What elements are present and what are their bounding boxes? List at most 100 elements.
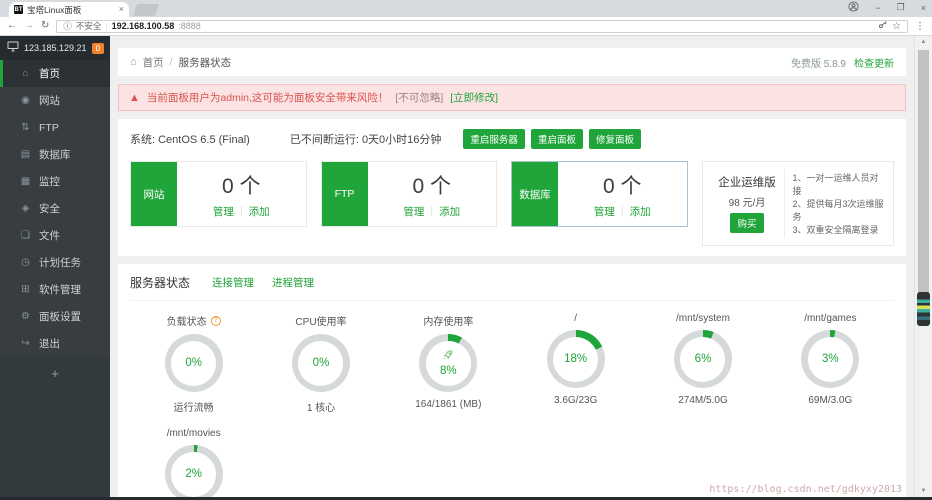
breadcrumb-separator: / xyxy=(170,56,173,68)
gauge-title-text: /mnt/games xyxy=(804,313,856,324)
sidebar-item-settings[interactable]: ⚙面板设置 xyxy=(0,303,110,330)
logout-icon: ↪ xyxy=(20,338,31,349)
admin-warning-banner: ▲ 当前面板用户为admin,这可能为面板安全带来风险！ [不可忽略] [立即修… xyxy=(118,84,906,111)
back-icon[interactable]: ← xyxy=(7,21,17,31)
stat-card-body: 0 个管理|添加 xyxy=(177,162,306,226)
system-buttons: 重启服务器重启面板修复面板 xyxy=(463,129,641,149)
profile-icon[interactable] xyxy=(848,1,859,14)
version-label: 免费版 5.8.9 xyxy=(791,55,846,70)
message-badge[interactable]: 0 xyxy=(92,43,104,54)
info-icon[interactable]: ⓘ xyxy=(63,20,72,32)
tab-title: 宝塔Linux面板 xyxy=(27,4,115,16)
help-icon[interactable]: ? xyxy=(211,316,221,326)
scroll-up-icon[interactable]: ▲ xyxy=(915,39,932,45)
warning-icon: ▲ xyxy=(129,92,140,104)
gauge-title: 负载状态? xyxy=(167,313,221,328)
scroll-down-icon[interactable]: ▼ xyxy=(915,488,932,494)
warning-fix-link[interactable]: [立即修改] xyxy=(450,90,498,105)
manage-link[interactable]: 管理 xyxy=(594,204,615,219)
gauge-disk-mnt-games: /mnt/games3%69M/3.0G xyxy=(767,313,894,414)
check-update-link[interactable]: 检查更新 xyxy=(854,55,894,70)
scrollbar-marker xyxy=(917,292,930,326)
gauge-ring-inner: 6% xyxy=(680,337,725,382)
url-port: :8888 xyxy=(178,21,201,31)
breadcrumb-home[interactable]: 首页 xyxy=(143,55,164,70)
stat-card-label: FTP xyxy=(322,162,368,226)
close-button[interactable]: × xyxy=(921,3,926,13)
sidebar-item-monitor[interactable]: ▦监控 xyxy=(0,168,110,195)
page-scrollbar[interactable]: ▲ ▼ xyxy=(914,36,932,497)
bookmark-star-icon[interactable]: ☆ xyxy=(892,21,901,32)
stat-card-body: 0 个管理|添加 xyxy=(558,162,687,226)
gauge-bottom-label: 1 核心 xyxy=(307,399,335,414)
forward-icon[interactable]: → xyxy=(24,21,34,31)
sidebar-item-website[interactable]: ◉网站 xyxy=(0,87,110,114)
gauge-ring: 6% xyxy=(674,330,732,388)
gauges-grid: 负载状态?0%运行流畅CPU使用率0%1 核心内存使用率8%164/1861 (… xyxy=(130,313,894,497)
status-manage-link[interactable]: 进程管理 xyxy=(272,275,314,290)
version-area: 免费版 5.8.9 检查更新 xyxy=(791,55,894,70)
system-action-button[interactable]: 重启服务器 xyxy=(463,129,525,149)
browser-menu-icon[interactable]: ⋮ xyxy=(915,21,925,32)
add-link[interactable]: 添加 xyxy=(439,204,460,219)
browser-tab[interactable]: BT 宝塔Linux面板 × xyxy=(9,2,129,17)
sidebar-item-ftp[interactable]: ⇅ FTP xyxy=(0,114,110,141)
status-manage-link[interactable]: 连接管理 xyxy=(212,275,254,290)
system-action-button[interactable]: 修复面板 xyxy=(589,129,641,149)
manage-link[interactable]: 管理 xyxy=(213,204,234,219)
refresh-icon[interactable]: ↻ xyxy=(41,21,49,31)
security-icon: ◈ xyxy=(20,203,31,214)
maximize-button[interactable]: ❐ xyxy=(897,2,905,13)
gauge-title: /mnt/system xyxy=(676,313,730,324)
promo-feature-item: 3、双重安全隔离登录 xyxy=(793,223,886,236)
links-divider: | xyxy=(621,205,624,217)
gauge-disk-mnt-system: /mnt/system 6% 274M/5.0G xyxy=(639,313,766,414)
gauge-bottom-label: 274M/5.0G xyxy=(678,395,727,406)
gauge-percent: 3% xyxy=(822,353,839,365)
sidebar-item-database[interactable]: ▤数据库 xyxy=(0,141,110,168)
stat-count: 0 个 xyxy=(222,170,261,200)
sidebar-item-security[interactable]: ◈安全 xyxy=(0,195,110,222)
gauge-load: 负载状态?0%运行流畅 xyxy=(130,313,257,414)
gauge-ring: 2% xyxy=(165,445,223,497)
promo-card: 企业运维版 98 元/月 购买 1、一对一运维人员对接2、提供每月3次运维服务3… xyxy=(702,161,895,246)
key-icon[interactable] xyxy=(878,20,888,32)
server-selector[interactable]: 123.185.129.21 0 xyxy=(0,36,110,60)
new-tab-button[interactable] xyxy=(133,4,159,16)
system-action-button[interactable]: 重启面板 xyxy=(531,129,583,149)
stat-card-数据库: 数据库0 个管理|添加 xyxy=(511,161,688,227)
gauge-percent: 8% xyxy=(440,365,457,377)
minimize-button[interactable]: − xyxy=(875,3,880,13)
breadcrumb-current: 服务器状态 xyxy=(179,55,232,70)
stat-count: 0 个 xyxy=(412,170,451,200)
buy-button[interactable]: 购买 xyxy=(730,213,763,233)
ftp-icon: ⇅ xyxy=(20,122,31,133)
server-status-panel: 服务器状态 连接管理进程管理 负载状态?0%运行流畅CPU使用率0%1 核心内存… xyxy=(118,264,906,497)
gauge-title: CPU使用率 xyxy=(295,313,346,328)
status-links: 连接管理 进程管理 xyxy=(212,275,314,290)
gauge-title: /mnt/games xyxy=(804,313,856,324)
settings-icon: ⚙ xyxy=(20,311,31,322)
sidebar-item-label: FTP xyxy=(39,122,59,134)
gauge-percent: 18% xyxy=(564,353,587,365)
sidebar-item-label: 退出 xyxy=(39,336,60,351)
status-title: 服务器状态 xyxy=(130,274,190,291)
scrollbar-thumb[interactable] xyxy=(918,50,929,294)
server-ip: 123.185.129.21 xyxy=(24,43,87,53)
sidebar-item-home[interactable]: ⌂首页 xyxy=(0,60,110,87)
add-link[interactable]: 添加 xyxy=(630,204,651,219)
address-bar[interactable]: ⓘ 不安全 | 192.168.100.58 :8888 ☆ xyxy=(56,20,908,33)
promo-feature-item: 1、一对一运维人员对接 xyxy=(793,171,886,197)
home-icon: ⌂ xyxy=(130,56,137,68)
add-link[interactable]: 添加 xyxy=(249,204,270,219)
gauge-title: /mnt/movies xyxy=(167,428,221,439)
sidebar-item-software[interactable]: ⊞软件管理 xyxy=(0,276,110,303)
sidebar-item-logout[interactable]: ↪ 退出 xyxy=(0,330,110,357)
sidebar-item-label: 首页 xyxy=(39,66,60,81)
tab-close-icon[interactable]: × xyxy=(119,5,124,14)
stat-cards-row: 网站0 个管理|添加FTP0 个管理|添加数据库0 个管理|添加 企业运维版 9… xyxy=(130,161,894,246)
sidebar-item-files[interactable]: ❏文件 xyxy=(0,222,110,249)
manage-link[interactable]: 管理 xyxy=(403,204,424,219)
add-server-button[interactable]: + xyxy=(51,366,59,381)
sidebar-item-cron[interactable]: ◷计划任务 xyxy=(0,249,110,276)
